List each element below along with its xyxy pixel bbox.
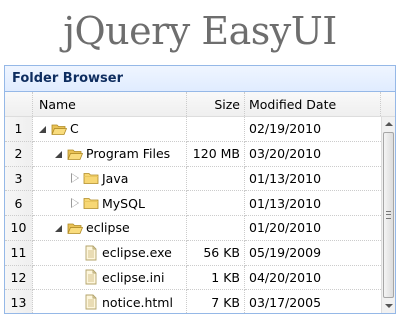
- name-cell: C: [33, 117, 187, 142]
- tree-row[interactable]: 6 MySQL 01/13/2010: [5, 191, 381, 216]
- treegrid-body: 1 C 02/19/2010 2 Program Files 120 MB 03/20/20…: [5, 117, 381, 313]
- date-cell: 01/13/2010: [245, 191, 381, 216]
- name-cell: Program Files: [33, 141, 187, 167]
- node-label[interactable]: eclipse: [86, 220, 130, 235]
- expanded-arrow-icon[interactable]: [37, 123, 49, 135]
- row-number: 13: [5, 290, 33, 313]
- node-label[interactable]: Java: [102, 171, 128, 186]
- node-label[interactable]: C: [70, 121, 79, 136]
- row-number-header: [5, 92, 33, 116]
- node-label[interactable]: MySQL: [102, 196, 145, 211]
- treegrid-header: Name Size Modified Date: [5, 92, 395, 117]
- node-label[interactable]: Program Files: [86, 146, 170, 161]
- header-filler: [381, 92, 395, 116]
- size-cell: [187, 117, 245, 142]
- size-cell: 120 MB: [187, 141, 245, 167]
- expanded-arrow-icon[interactable]: [53, 222, 65, 234]
- tree-row[interactable]: 2 Program Files 120 MB 03/20/2010: [5, 141, 381, 167]
- name-cell: eclipse.exe: [33, 240, 187, 266]
- file-icon: [85, 269, 97, 285]
- size-cell: [187, 216, 245, 241]
- row-number: 11: [5, 240, 33, 266]
- tree-row[interactable]: 13 notice.html 7 KB 03/17/2005: [5, 290, 381, 313]
- node-label[interactable]: eclipse.exe: [102, 245, 172, 260]
- size-cell: [187, 166, 245, 192]
- folder-icon: [51, 124, 67, 135]
- folder-icon: [67, 149, 83, 160]
- folder-icon: [83, 198, 99, 210]
- scrollbar-thumb[interactable]: [383, 132, 394, 298]
- row-number: 6: [5, 191, 33, 216]
- grip-icon: [386, 211, 391, 219]
- folder-icon: [67, 223, 83, 234]
- name-cell: eclipse: [33, 216, 187, 241]
- file-icon: [85, 294, 97, 310]
- tree-row[interactable]: 3 Java 01/13/2010: [5, 166, 381, 192]
- date-cell: 03/17/2005: [245, 290, 381, 313]
- column-header-size[interactable]: Size: [187, 92, 245, 116]
- tree-row[interactable]: 11 eclipse.exe 56 KB 05/19/2009: [5, 240, 381, 266]
- panel-title: Folder Browser: [5, 66, 395, 92]
- row-number: 10: [5, 216, 33, 241]
- column-header-name[interactable]: Name: [33, 92, 187, 116]
- date-cell: 02/19/2010: [245, 117, 381, 142]
- name-cell: MySQL: [33, 191, 187, 216]
- date-cell: 01/20/2010: [245, 216, 381, 241]
- file-icon: [85, 245, 97, 261]
- scroll-up-arrow-icon[interactable]: [382, 117, 395, 131]
- row-number: 3: [5, 166, 33, 192]
- date-cell: 05/19/2009: [245, 241, 381, 266]
- size-cell: 7 KB: [187, 290, 245, 313]
- tree-row[interactable]: 1 C 02/19/2010: [5, 117, 381, 142]
- folder-browser-panel: Folder Browser Name Size Modified Date 1…: [4, 65, 396, 314]
- size-cell: 56 KB: [187, 240, 245, 266]
- size-cell: [187, 191, 245, 216]
- tree-row[interactable]: 12 eclipse.ini 1 KB 04/20/2010: [5, 265, 381, 291]
- name-cell: Java: [33, 166, 187, 192]
- tree-row[interactable]: 10 eclipse 01/20/2010: [5, 216, 381, 241]
- collapsed-arrow-icon[interactable]: [69, 197, 81, 209]
- node-label[interactable]: eclipse.ini: [102, 270, 165, 285]
- column-header-date[interactable]: Modified Date: [245, 92, 381, 116]
- row-number: 2: [5, 141, 33, 167]
- name-cell: eclipse.ini: [33, 265, 187, 291]
- scroll-down-arrow-icon[interactable]: [382, 299, 395, 313]
- row-number: 12: [5, 265, 33, 291]
- expanded-arrow-icon[interactable]: [53, 148, 65, 160]
- name-cell: notice.html: [33, 290, 187, 313]
- date-cell: 04/20/2010: [245, 266, 381, 291]
- folder-icon: [83, 173, 99, 185]
- collapsed-arrow-icon[interactable]: [69, 172, 81, 184]
- page-banner-title: jQuery EasyUI: [63, 9, 337, 53]
- vertical-scrollbar[interactable]: [381, 117, 395, 313]
- node-label[interactable]: notice.html: [102, 295, 173, 310]
- date-cell: 01/13/2010: [245, 167, 381, 192]
- size-cell: 1 KB: [187, 265, 245, 291]
- date-cell: 03/20/2010: [245, 142, 381, 167]
- row-number: 1: [5, 117, 33, 142]
